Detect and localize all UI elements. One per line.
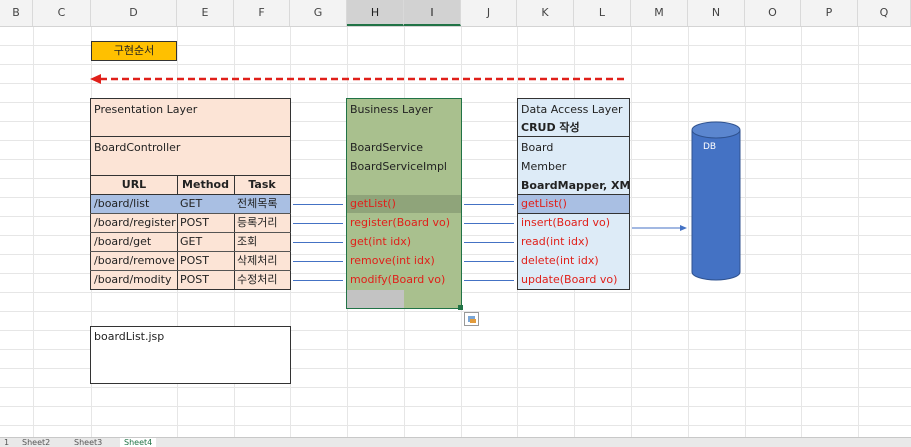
method-header: Method	[182, 178, 229, 191]
data-method[interactable]: delete(int idx)	[518, 252, 629, 270]
business-method[interactable]: modify(Board vo)	[347, 271, 461, 289]
column-header-k[interactable]: K	[517, 0, 574, 26]
connector-line	[464, 242, 514, 243]
column-header-e[interactable]: E	[177, 0, 234, 26]
data-item: Member	[521, 160, 567, 173]
connector-line	[293, 280, 343, 281]
column-header-h[interactable]: H	[347, 0, 404, 26]
url-header: URL	[121, 178, 147, 191]
column-header-i[interactable]: I	[404, 0, 461, 26]
data-item: Board	[521, 141, 554, 154]
column-header-j[interactable]: J	[461, 0, 517, 26]
db-arrow-icon	[632, 225, 687, 231]
grid-line	[858, 27, 859, 437]
order-label[interactable]: 구현순서	[91, 41, 177, 61]
column-header-p[interactable]: P	[801, 0, 858, 26]
column-header-d[interactable]: D	[91, 0, 177, 26]
data-method[interactable]: read(int idx)	[518, 233, 629, 251]
connector-line	[293, 223, 343, 224]
divider	[90, 251, 291, 252]
data-access-title: Data Access Layer	[521, 103, 623, 116]
column-header-l[interactable]: L	[574, 0, 631, 26]
business-method[interactable]: getList()	[347, 195, 461, 213]
data-method[interactable]: insert(Board vo)	[518, 214, 629, 232]
business-title: Business Layer	[350, 103, 433, 116]
grid-line	[688, 27, 689, 437]
crud-subtitle: CRUD 작성	[521, 121, 580, 134]
url-cell[interactable]: /board/get	[91, 233, 177, 251]
column-header-f[interactable]: F	[234, 0, 290, 26]
fill-handle[interactable]	[458, 305, 463, 310]
connector-line	[464, 204, 514, 205]
db-label: DB	[703, 142, 717, 152]
controller-name: BoardController	[94, 141, 181, 154]
column-header-bar: B C D E F G H I J K L M N O P Q	[0, 0, 911, 27]
method-cell[interactable]: POST	[177, 214, 234, 232]
quick-analysis-icon[interactable]	[464, 312, 479, 326]
connector-line	[293, 242, 343, 243]
column-header-b[interactable]: B	[0, 0, 33, 26]
task-cell[interactable]: 삭제처리	[234, 252, 290, 270]
task-header: Task	[248, 178, 276, 191]
task-cell[interactable]: 수정처리	[234, 271, 290, 289]
column-header-g[interactable]: G	[290, 0, 347, 26]
jsp-label: boardList.jsp	[94, 330, 165, 343]
service-name: BoardService	[350, 141, 423, 154]
url-cell[interactable]: /board/remove	[91, 252, 177, 270]
data-method[interactable]: getList()	[518, 195, 629, 213]
business-method[interactable]: register(Board vo)	[347, 214, 461, 232]
connector-line	[464, 261, 514, 262]
divider	[90, 136, 291, 137]
business-method[interactable]: get(int idx)	[347, 233, 461, 251]
task-cell[interactable]: 조회	[234, 233, 290, 251]
connector-line	[293, 261, 343, 262]
mapper-name: BoardMapper, XML	[521, 179, 629, 192]
url-cell[interactable]: /board/register	[91, 214, 177, 232]
method-cell[interactable]: GET	[177, 195, 234, 213]
connector-line	[464, 223, 514, 224]
empty-cell	[347, 290, 404, 308]
data-method[interactable]: update(Board vo)	[518, 271, 629, 289]
column-header-o[interactable]: O	[745, 0, 801, 26]
column-header-n[interactable]: N	[688, 0, 745, 26]
presentation-title: Presentation Layer	[94, 103, 198, 116]
task-cell[interactable]: 등록거리	[234, 214, 290, 232]
url-cell[interactable]: /board/modity	[91, 271, 177, 289]
grid-line	[33, 27, 34, 437]
divider	[90, 270, 291, 271]
method-cell[interactable]: GET	[177, 233, 234, 251]
column-header-q[interactable]: Q	[858, 0, 911, 26]
service-impl-name: BoardServiceImpl	[350, 160, 447, 173]
divider	[517, 136, 630, 137]
connector-line	[464, 280, 514, 281]
business-method[interactable]: remove(int idx)	[347, 252, 461, 270]
method-cell[interactable]: POST	[177, 271, 234, 289]
column-header-m[interactable]: M	[631, 0, 688, 26]
url-cell[interactable]: /board/list	[91, 195, 177, 213]
divider	[90, 232, 291, 233]
grid-line	[801, 27, 802, 437]
method-cell[interactable]: POST	[177, 252, 234, 270]
flow-arrow-icon	[90, 74, 628, 84]
divider	[90, 213, 291, 214]
grid-line	[745, 27, 746, 437]
task-cell[interactable]: 전체목록	[234, 195, 290, 213]
column-header-c[interactable]: C	[33, 0, 91, 26]
connector-line	[293, 204, 343, 205]
